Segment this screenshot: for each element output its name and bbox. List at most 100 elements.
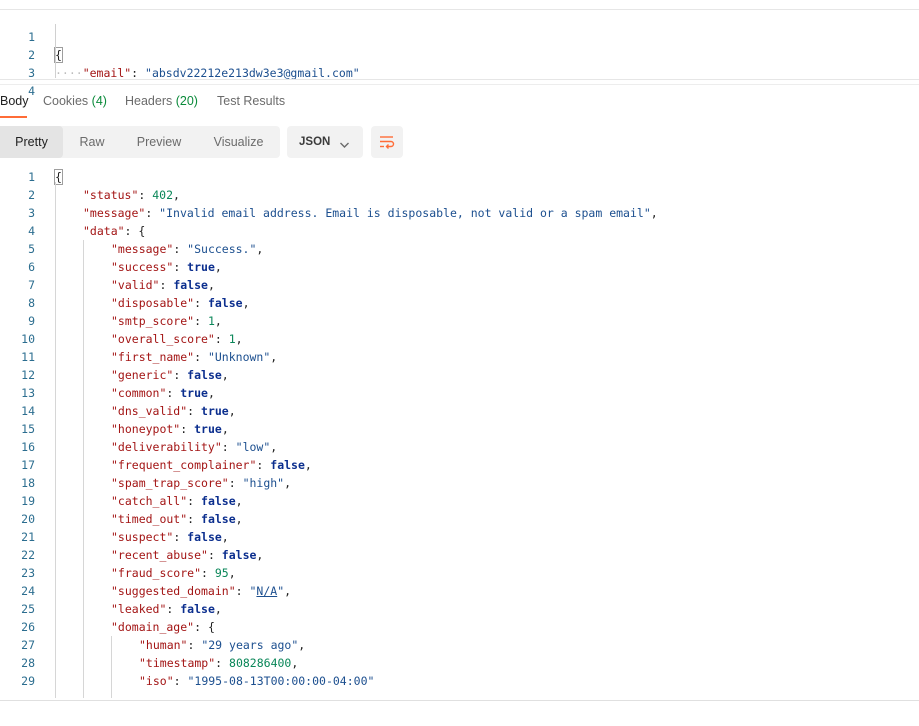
view-mode-group: Pretty Raw Preview Visualize — [0, 126, 280, 158]
json-comma: , — [235, 332, 243, 346]
line-number: 10 — [21, 332, 35, 346]
json-key: "suspect" — [111, 530, 174, 544]
json-boolean-value: false — [207, 296, 243, 310]
json-comma: , — [207, 386, 215, 400]
line-number: 24 — [21, 584, 35, 598]
request-line-3: 3 — [0, 46, 919, 80]
json-boolean-value: false — [201, 494, 236, 508]
json-comma: , — [256, 242, 264, 256]
json-colon: : — [201, 566, 215, 580]
json-colon: : — [256, 458, 271, 472]
json-key: "status" — [83, 188, 139, 202]
json-boolean-value: false — [201, 512, 236, 526]
json-number-value: 808286400 — [229, 656, 292, 670]
json-comma: , — [298, 638, 306, 652]
response-line: 8 "disposable": false, — [0, 294, 919, 312]
json-key: "overall_score" — [111, 332, 215, 346]
response-line: 17 "frequent_complainer": false, — [0, 456, 919, 474]
line-number: 26 — [21, 620, 35, 634]
json-boolean-value: true — [180, 386, 208, 400]
json-colon: : — [228, 476, 243, 490]
line-number: 23 — [21, 566, 35, 580]
line-number: 8 — [28, 296, 35, 310]
tab-cookies[interactable]: Cookies (4) — [43, 92, 107, 118]
line-number: 14 — [21, 404, 35, 418]
line-number: 9 — [28, 314, 35, 328]
json-colon: : — [173, 674, 188, 688]
response-line: 18 "spam_trap_score": "high", — [0, 474, 919, 492]
view-preview-button[interactable]: Preview — [121, 126, 197, 158]
line-number: 7 — [28, 278, 35, 292]
line-number: 19 — [21, 494, 35, 508]
response-line: 7 "valid": false, — [0, 276, 919, 294]
request-body-editor[interactable]: 1 { 2 ····"email": "absdv22212e213dw3e3@… — [0, 10, 919, 98]
line-number: 3 — [28, 206, 35, 220]
json-key: "timestamp" — [139, 656, 216, 670]
json-key: "suggested_domain" — [111, 584, 236, 598]
json-key: "generic" — [111, 368, 174, 382]
response-line: 29 "iso": "1995-08-13T00:00:00-04:00" — [0, 672, 919, 690]
view-pretty-button[interactable]: Pretty — [0, 126, 63, 158]
tab-headers[interactable]: Headers (20) — [125, 92, 198, 118]
json-comma: , — [270, 440, 278, 454]
response-line: 26 "domain_age": { — [0, 618, 919, 636]
json-string-value: "high" — [242, 476, 285, 490]
json-key: "smtp_score" — [111, 314, 195, 328]
json-key: "catch_all" — [111, 494, 188, 508]
response-line: 2 "status": 402, — [0, 186, 919, 204]
json-key: "frequent_complainer" — [111, 458, 257, 472]
json-key: "domain_age" — [111, 620, 195, 634]
top-panel-border — [0, 0, 919, 10]
wrap-lines-button[interactable] — [371, 126, 403, 158]
request-line-2: 2 ····"email": "absdv22212e213dw3e3@gmai… — [0, 28, 919, 80]
view-visualize-button[interactable]: Visualize — [197, 126, 280, 158]
format-select[interactable]: JSON — [287, 126, 363, 158]
json-colon: : — [187, 638, 202, 652]
line-number: 2 — [28, 188, 35, 202]
json-comma: , — [214, 602, 222, 616]
panel-divider-shadow — [0, 84, 919, 85]
json-key: "recent_abuse" — [111, 548, 208, 562]
line-number: 29 — [21, 674, 35, 688]
json-key: "disposable" — [111, 296, 195, 310]
tab-count: (4) — [91, 94, 107, 108]
json-key: "deliverability" — [111, 440, 222, 454]
response-body-editor[interactable]: 1{2 "status": 402, 3 "message": "Invalid em… — [0, 168, 919, 698]
json-colon: : — [138, 188, 153, 202]
json-colon: : — [187, 512, 202, 526]
response-line: 20 "timed_out": false, — [0, 510, 919, 528]
json-string-value: "Success." — [187, 242, 257, 256]
tab-body[interactable]: Body — [0, 92, 29, 118]
tab-label: Cookies — [43, 94, 89, 108]
response-line: 25 "leaked": false, — [0, 600, 919, 618]
json-comma: , — [221, 368, 229, 382]
response-line: 14 "dns_valid": true, — [0, 402, 919, 420]
json-number-value: 1 — [207, 314, 215, 328]
tab-test-results[interactable]: Test Results — [217, 92, 285, 118]
json-colon: : — [207, 548, 222, 562]
json-colon: : — [215, 656, 230, 670]
json-boolean-value: false — [221, 548, 257, 562]
panel-divider[interactable] — [0, 79, 919, 80]
json-string-value: "Unknown" — [207, 350, 271, 364]
json-colon: : — [159, 278, 174, 292]
line-number: 20 — [21, 512, 35, 526]
json-comma: , — [291, 656, 299, 670]
json-key: "leaked" — [111, 602, 167, 616]
tab-label: Headers — [125, 94, 173, 108]
json-string-value: "29 years ago" — [201, 638, 299, 652]
json-comma: , — [173, 188, 180, 202]
json-comma: , — [207, 278, 215, 292]
response-line: 15 "honeypot": true, — [0, 420, 919, 438]
request-line-1: 1 { — [0, 10, 919, 63]
response-line: 6 "success": true, — [0, 258, 919, 276]
response-line: 19 "catch_all": false, — [0, 492, 919, 510]
line-number: 25 — [21, 602, 35, 616]
view-raw-button[interactable]: Raw — [63, 126, 121, 158]
json-boolean-value: false — [173, 278, 208, 292]
json-comma: , — [228, 404, 236, 418]
json-key: "fraud_score" — [111, 566, 202, 580]
json-string-value: "1995-08-13T00:00:00-04:00" — [187, 674, 375, 688]
response-line: 1{ — [0, 168, 919, 186]
json-boolean-value: false — [180, 602, 215, 616]
